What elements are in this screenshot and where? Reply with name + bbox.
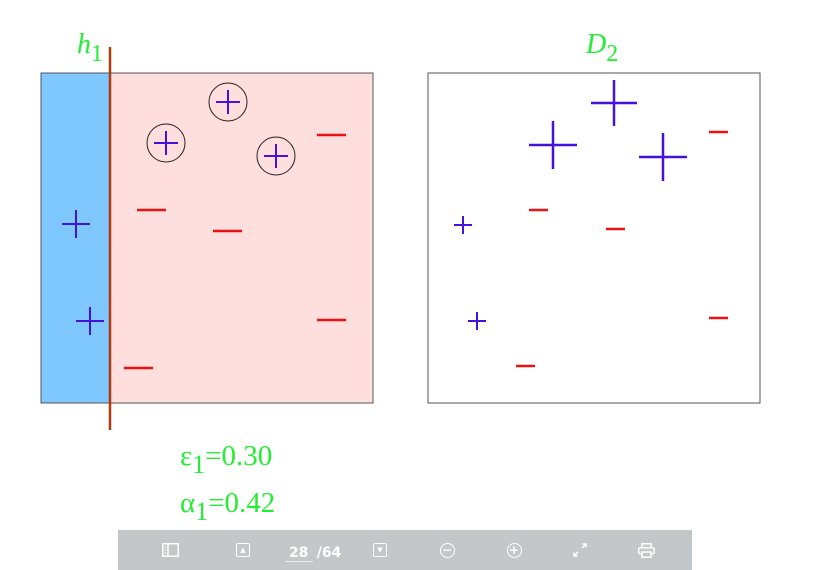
print-icon — [637, 542, 655, 558]
prev-page-icon: ▲ — [236, 543, 250, 557]
fullscreen-icon — [573, 543, 587, 557]
print-button[interactable] — [637, 542, 655, 558]
sidebar-icon — [161, 543, 179, 557]
left-panel: h1 — [40, 29, 374, 430]
current-page-input[interactable]: 28 — [284, 545, 313, 562]
zoom-out-icon: − — [439, 542, 455, 558]
right-panel: D2 — [427, 29, 761, 404]
right-panel-border — [427, 72, 761, 404]
negative-region — [110, 73, 373, 403]
alpha-value: α1=0.42 — [180, 487, 275, 526]
slide-canvas: h1 D2 ε1=0.30 α1=0.42 — [40, 29, 761, 526]
dataset-label: D2 — [585, 29, 618, 67]
zoom-in-button[interactable]: + — [506, 542, 522, 558]
next-page-icon: ▼ — [373, 543, 387, 557]
next-page-button[interactable]: ▼ — [372, 542, 388, 558]
page-indicator: 28 / 64 — [280, 544, 346, 562]
epsilon-value: ε1=0.30 — [180, 440, 272, 479]
zoom-in-icon: + — [506, 542, 522, 558]
total-pages: 64 — [321, 545, 342, 561]
sidebar-toggle-button[interactable] — [161, 542, 179, 558]
hypothesis-label: h1 — [77, 29, 103, 67]
fullscreen-button[interactable] — [571, 542, 589, 558]
pdf-toolbar: ▲ ▼ − + — [118, 530, 692, 570]
previous-page-button[interactable]: ▲ — [235, 542, 251, 558]
zoom-out-button[interactable]: − — [439, 542, 455, 558]
